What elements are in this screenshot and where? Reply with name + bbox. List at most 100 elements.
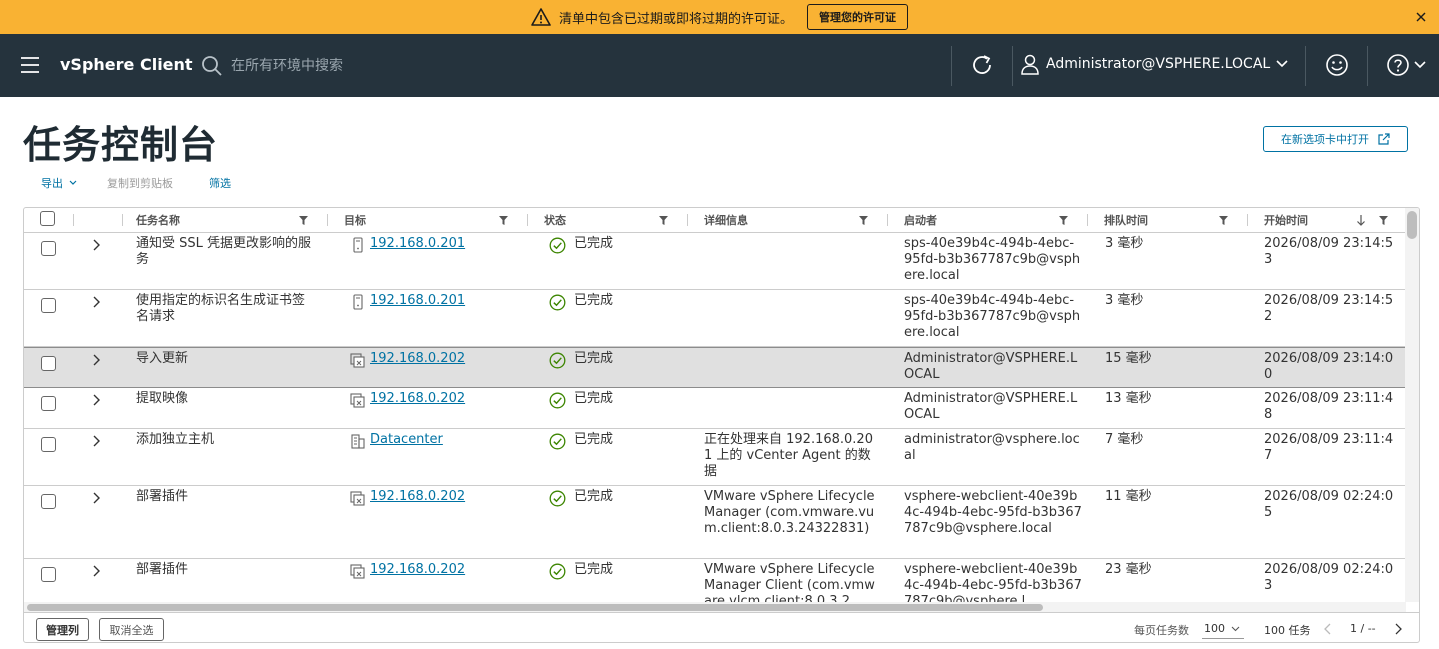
deselect-all-button[interactable]: 取消全选 <box>99 618 164 641</box>
filter-icon[interactable] <box>859 216 868 225</box>
task-queued-time: 3 毫秒 <box>1105 236 1144 251</box>
vertical-scroll-thumb[interactable] <box>1407 211 1417 239</box>
global-search-input[interactable] <box>224 52 524 80</box>
app-header: vSphere Client Administrator@VSPHERE.LOC… <box>0 34 1439 97</box>
task-status: 已完成 <box>549 236 689 254</box>
chevron-right-icon[interactable] <box>91 239 101 251</box>
next-page-icon[interactable] <box>1393 623 1403 635</box>
sort-descending-icon[interactable] <box>1356 214 1366 226</box>
table-row[interactable]: 提取映像 192.168.0.202 已完成 Administrator@VSP… <box>24 388 1406 429</box>
task-initiator: Administrator@VSPHERE.LOCAL <box>904 351 1078 382</box>
export-label: 导出 <box>41 177 63 190</box>
task-detail: VMware vSphere Lifecycle Manager (com.vm… <box>704 489 875 536</box>
row-checkbox[interactable] <box>41 298 56 313</box>
target-link[interactable]: 192.168.0.202 <box>370 489 465 505</box>
table-row[interactable]: 添加独立主机 Datacenter 已完成 正在处理来自 192.168.0.2… <box>24 429 1406 486</box>
column-header-status[interactable]: 状态 <box>536 208 566 232</box>
success-check-icon <box>549 237 566 254</box>
select-all-checkbox[interactable] <box>40 211 55 226</box>
filter-icon[interactable] <box>499 216 508 225</box>
hamburger-menu-icon[interactable] <box>20 56 40 74</box>
task-name: 添加独立主机 <box>136 432 215 447</box>
chevron-right-icon[interactable] <box>91 354 101 366</box>
target-link[interactable]: 192.168.0.201 <box>370 293 465 309</box>
user-menu[interactable]: Administrator@VSPHERE.LOCAL <box>1020 53 1288 75</box>
host-icon <box>353 237 363 253</box>
vcenter-icon <box>350 393 365 408</box>
table-row[interactable]: 部署插件 192.168.0.202 已完成 VMware vSphere Li… <box>24 559 1406 602</box>
export-button[interactable]: 导出 <box>41 175 77 191</box>
target-link[interactable]: 192.168.0.201 <box>370 236 465 252</box>
target-link[interactable]: 192.168.0.202 <box>370 351 465 367</box>
success-check-icon <box>549 563 566 580</box>
filter-icon[interactable] <box>299 216 308 225</box>
column-divider <box>73 214 74 226</box>
column-header-initiator[interactable]: 启动者 <box>896 208 937 232</box>
filter-icon[interactable] <box>1059 216 1068 225</box>
row-checkbox[interactable] <box>41 494 56 509</box>
smiley-feedback-icon[interactable] <box>1325 53 1349 77</box>
banner-message: 清单中包含已过期或即将过期的许可证。 <box>558 11 793 27</box>
per-page-label: 每页任务数 <box>1134 624 1189 637</box>
chevron-right-icon[interactable] <box>91 565 101 577</box>
vcenter-icon <box>350 491 365 506</box>
target-link[interactable]: 192.168.0.202 <box>370 562 465 578</box>
refresh-icon[interactable] <box>970 53 994 77</box>
task-target: 192.168.0.201 <box>350 293 520 310</box>
help-menu[interactable] <box>1386 53 1426 77</box>
previous-page-icon[interactable] <box>1323 623 1333 635</box>
row-checkbox[interactable] <box>41 437 56 452</box>
close-icon[interactable] <box>1411 7 1431 27</box>
table-row[interactable]: 部署插件 192.168.0.202 已完成 VMware vSphere Li… <box>24 486 1406 559</box>
task-target: 192.168.0.202 <box>350 391 520 408</box>
copy-to-clipboard-button[interactable]: 复制到剪贴板 <box>107 175 173 191</box>
open-in-new-tab-button[interactable]: 在新选项卡中打开 <box>1263 126 1408 152</box>
task-queued-time: 11 毫秒 <box>1105 489 1152 504</box>
column-header-task-name[interactable]: 任务名称 <box>128 208 180 232</box>
manage-licenses-button[interactable]: 管理您的许可证 <box>807 4 908 30</box>
horizontal-scrollbar[interactable] <box>24 602 1406 612</box>
column-header-start-time[interactable]: 开始时间 <box>1256 208 1308 232</box>
column-divider <box>1247 214 1248 226</box>
target-link[interactable]: Datacenter <box>370 432 443 448</box>
row-checkbox[interactable] <box>41 356 56 371</box>
row-checkbox[interactable] <box>41 396 56 411</box>
manage-columns-button[interactable]: 管理列 <box>36 618 89 641</box>
filter-icon[interactable] <box>659 216 668 225</box>
chevron-right-icon[interactable] <box>91 492 101 504</box>
column-header-queued-time[interactable]: 排队时间 <box>1096 208 1148 232</box>
task-detail: VMware vSphere Lifecycle Manager Client … <box>704 562 875 602</box>
task-queued-time: 13 毫秒 <box>1105 391 1152 406</box>
row-checkbox[interactable] <box>41 567 56 582</box>
chevron-down-icon <box>1231 626 1240 631</box>
per-page-select[interactable]: 100 <box>1202 619 1244 639</box>
chevron-right-icon[interactable] <box>91 394 101 406</box>
user-icon <box>1021 54 1039 75</box>
task-name: 部署插件 <box>136 489 189 504</box>
chevron-right-icon[interactable] <box>91 435 101 447</box>
table-row[interactable]: 通知受 SSL 凭据更改影响的服务 192.168.0.201 已完成 sps-… <box>24 233 1406 290</box>
task-target: 192.168.0.202 <box>350 351 520 368</box>
filter-icon[interactable] <box>1379 216 1388 225</box>
user-name: Administrator@VSPHERE.LOCAL <box>1046 56 1271 72</box>
row-checkbox[interactable] <box>41 241 56 256</box>
vertical-scrollbar[interactable] <box>1405 208 1419 602</box>
filter-button[interactable]: 筛选 <box>209 175 231 191</box>
filter-icon[interactable] <box>1219 216 1228 225</box>
success-check-icon <box>549 352 566 369</box>
chevron-right-icon[interactable] <box>91 296 101 308</box>
app-title[interactable]: vSphere Client <box>60 55 193 74</box>
grid-header: 任务名称 目标 状态 详细信息 启动者 排队时间 开始时间 <box>24 208 1406 233</box>
horizontal-scroll-thumb[interactable] <box>27 604 1043 611</box>
target-link[interactable]: 192.168.0.202 <box>370 391 465 407</box>
task-target: 192.168.0.202 <box>350 562 520 579</box>
task-name: 提取映像 <box>136 391 189 406</box>
task-target: Datacenter <box>350 432 520 449</box>
column-header-details[interactable]: 详细信息 <box>696 208 748 232</box>
task-initiator: sps-40e39b4c-494b-4ebc-95fd-b3b367787c9b… <box>904 293 1081 340</box>
table-row[interactable]: 导入更新 192.168.0.202 已完成 Administrator@VSP… <box>24 347 1406 388</box>
column-header-target[interactable]: 目标 <box>336 208 366 232</box>
license-warning-banner: 清单中包含已过期或即将过期的许可证。 管理您的许可证 <box>0 0 1439 34</box>
table-row[interactable]: 使用指定的标识名生成证书签名请求 192.168.0.201 已完成 sps-4… <box>24 290 1406 347</box>
datacenter-icon <box>351 434 365 449</box>
